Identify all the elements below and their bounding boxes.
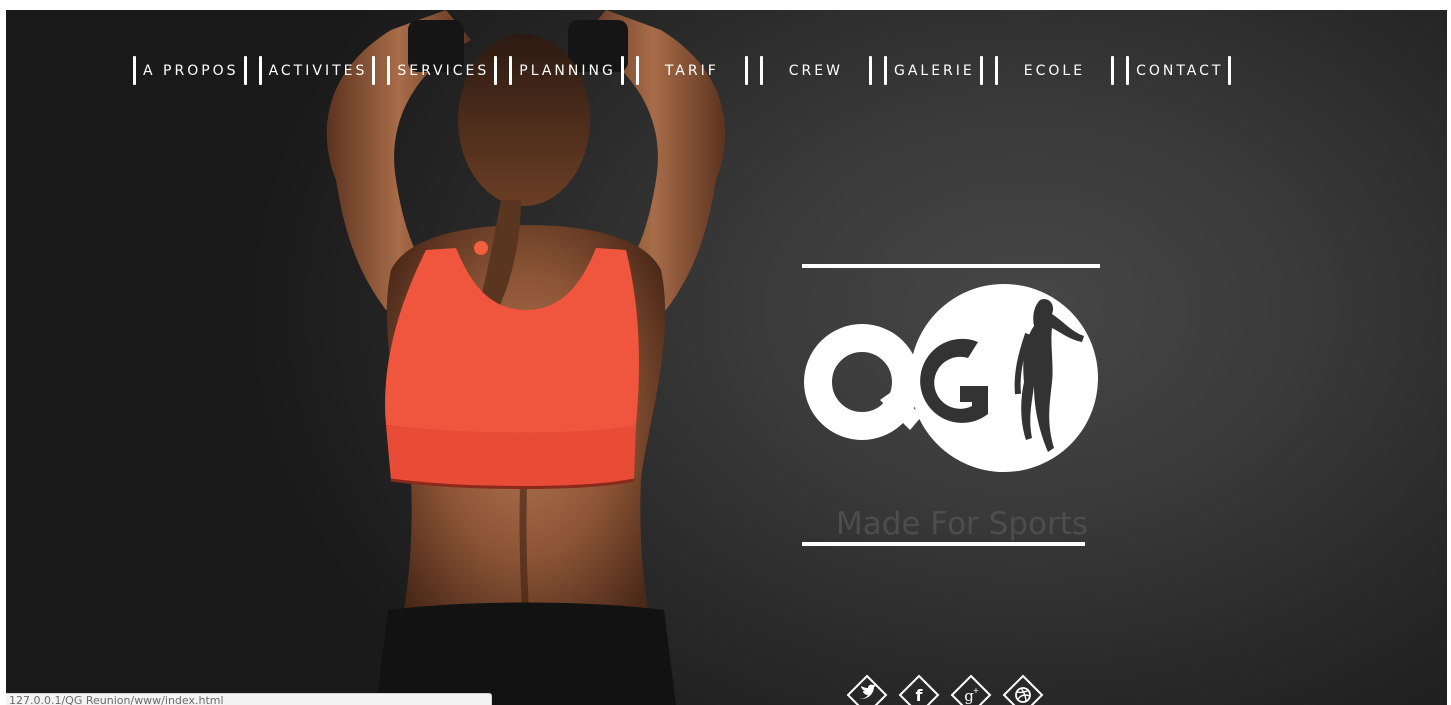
nav-divider <box>243 56 247 85</box>
hero-logo-block: QG Made For Sports <box>802 264 1112 564</box>
twitter-icon[interactable] <box>846 674 888 705</box>
nav-divider <box>744 56 748 85</box>
nav-divider <box>868 56 872 85</box>
nav-item-activites[interactable]: ACTIVITES <box>258 56 376 85</box>
svg-text:+: + <box>973 686 980 695</box>
page: A PROPOS ACTIVITES SERVICES PLANNING TARIF CR… <box>6 10 1447 705</box>
nav-item-label: CREW <box>788 62 843 79</box>
nav-item-services[interactable]: SERVICES <box>387 56 498 85</box>
nav-divider <box>1228 56 1232 85</box>
dribbble-icon[interactable] <box>1002 674 1044 705</box>
nav-item-label: SERVICES <box>397 62 490 79</box>
nav-item-label: PLANNING <box>519 62 616 79</box>
social-links: f g + <box>846 674 1054 705</box>
nav-item-label: GALERIE <box>893 62 975 79</box>
nav-item-a-propos[interactable]: A PROPOS <box>133 56 247 85</box>
nav-divider <box>979 56 983 85</box>
nav-item-ecole[interactable]: ECOLE <box>994 56 1115 85</box>
nav-item-label: ACTIVITES <box>268 62 368 79</box>
nav-item-label: CONTACT <box>1136 62 1224 79</box>
nav-item-planning[interactable]: PLANNING <box>509 56 624 85</box>
browser-status-url: 127.0.0.1/QG Reunion/www/index.html <box>6 693 492 705</box>
google-plus-icon[interactable]: g + <box>950 674 992 705</box>
main-nav: A PROPOS ACTIVITES SERVICES PLANNING TARIF CR… <box>133 56 1243 85</box>
svg-text:f: f <box>916 686 924 705</box>
nav-divider <box>620 56 624 85</box>
athlete-image <box>326 10 726 705</box>
facebook-icon[interactable]: f <box>898 674 940 705</box>
nav-divider <box>372 56 376 85</box>
hero-tagline: Made For Sports <box>836 506 1089 542</box>
qg-logo: QG <box>804 284 1098 472</box>
hero-divider-bottom <box>802 542 1085 546</box>
nav-item-label: A PROPOS <box>143 62 239 79</box>
nav-item-label: ECOLE <box>1023 62 1086 79</box>
nav-item-label: TARIF <box>664 62 719 79</box>
nav-item-tarif[interactable]: TARIF <box>635 56 748 85</box>
hero-divider-top <box>802 264 1100 268</box>
nav-item-crew[interactable]: CREW <box>759 56 872 85</box>
nav-item-galerie[interactable]: GALERIE <box>883 56 983 85</box>
nav-divider <box>1111 56 1115 85</box>
nav-divider <box>494 56 498 85</box>
nav-item-contact[interactable]: CONTACT <box>1126 56 1232 85</box>
